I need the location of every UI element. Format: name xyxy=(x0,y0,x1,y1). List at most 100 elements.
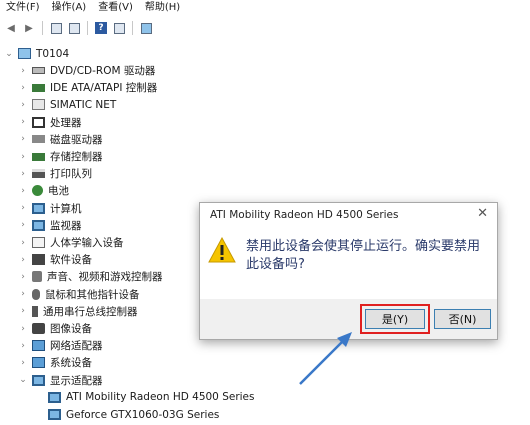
properties-icon[interactable] xyxy=(49,21,63,35)
tree-item-label: SIMATIC NET xyxy=(50,98,117,111)
toolbar-separator xyxy=(42,21,43,35)
mon-icon xyxy=(32,202,45,214)
dialog-title: ATI Mobility Radeon HD 4500 Series xyxy=(210,209,399,221)
forward-arrow-icon[interactable]: ▶ xyxy=(22,21,36,35)
disk-icon xyxy=(32,67,45,74)
display-adapter-icon xyxy=(48,391,61,403)
toolbar-separator xyxy=(87,21,88,35)
menu-view[interactable]: 查看(V) xyxy=(92,0,139,16)
mon-icon xyxy=(32,374,45,386)
tree-item-label: IDE ATA/ATAPI 控制器 xyxy=(50,82,158,95)
tree-item[interactable]: › 人体学输入设备 xyxy=(18,234,124,251)
tree-child-item[interactable]: Geforce GTX1060-03G Series xyxy=(44,406,219,423)
hid-icon xyxy=(32,237,45,248)
tree-root-label: T0104 xyxy=(36,47,70,60)
dialog-message: 禁用此设备会使其停止运行。确实要禁用此设备吗? xyxy=(246,239,481,272)
chevron-right-icon[interactable]: › xyxy=(18,341,28,351)
sys-icon xyxy=(32,340,45,352)
tree-item[interactable]: › 磁盘驱动器 xyxy=(18,131,102,148)
tree-item[interactable]: › 监视器 xyxy=(18,217,82,234)
tree-item-label: 监视器 xyxy=(50,219,82,232)
snd-icon xyxy=(32,271,42,283)
tree-item-label: 声音、视频和游戏控制器 xyxy=(47,271,163,284)
tree-item[interactable]: › SIMATIC NET xyxy=(18,96,116,113)
tree-item[interactable]: › 计算机 xyxy=(18,200,82,217)
chevron-right-icon[interactable]: › xyxy=(18,220,28,230)
tree-item[interactable]: › 打印队列 xyxy=(18,165,92,182)
tree-item-label: 显示适配器 xyxy=(50,374,103,387)
sys-icon xyxy=(32,357,45,369)
menu-action[interactable]: 操作(A) xyxy=(46,0,93,16)
chevron-right-icon[interactable]: › xyxy=(18,100,28,110)
yes-button[interactable]: 是(Y) xyxy=(365,309,425,329)
chevron-right-icon[interactable]: › xyxy=(18,358,28,368)
toolbar: ◀ ▶ ? xyxy=(0,17,530,39)
tree-item-label: 处理器 xyxy=(50,116,82,129)
menu-file[interactable]: 文件(F) xyxy=(0,0,46,16)
toolbar-separator xyxy=(132,21,133,35)
sw-icon xyxy=(32,254,45,266)
print-icon xyxy=(32,169,45,179)
chevron-right-icon[interactable]: › xyxy=(18,169,28,179)
warning-icon xyxy=(208,237,236,263)
tree-item[interactable]: › 通用串行总线控制器 xyxy=(18,303,138,320)
chip-icon xyxy=(32,152,45,161)
chip-icon xyxy=(32,83,45,92)
chevron-right-icon[interactable]: › xyxy=(18,117,28,127)
tree-child-label: ATI Mobility Radeon HD 4500 Series xyxy=(66,391,255,404)
chevron-right-icon[interactable]: › xyxy=(18,306,28,316)
menu-help[interactable]: 帮助(H) xyxy=(139,0,186,16)
tree-item[interactable]: › 软件设备 xyxy=(18,251,92,268)
tree-item-label: 网络适配器 xyxy=(50,340,103,353)
tree-item[interactable]: › 处理器 xyxy=(18,114,82,131)
close-icon[interactable]: ✕ xyxy=(477,206,488,221)
tree-item[interactable]: › 存储控制器 xyxy=(18,148,103,165)
tree-item[interactable]: › 电池 xyxy=(18,182,69,199)
chevron-down-icon[interactable]: ⌄ xyxy=(18,375,28,385)
tree-item[interactable]: › 鼠标和其他指针设备 xyxy=(18,286,140,303)
help-icon[interactable]: ? xyxy=(94,21,108,35)
no-button[interactable]: 否(N) xyxy=(434,309,491,329)
chevron-right-icon[interactable]: › xyxy=(18,289,28,299)
tree-item[interactable]: › 声音、视频和游戏控制器 xyxy=(18,268,163,285)
chevron-right-icon[interactable]: › xyxy=(18,255,28,265)
tree-item-label: 软件设备 xyxy=(50,254,92,267)
tree-item[interactable]: › 系统设备 xyxy=(18,354,92,371)
chevron-right-icon[interactable]: › xyxy=(18,186,28,196)
gray-icon xyxy=(32,135,45,144)
bat-icon xyxy=(32,185,43,197)
mon-icon xyxy=(32,219,45,231)
chevron-right-icon[interactable]: › xyxy=(18,66,28,76)
chevron-right-icon[interactable]: › xyxy=(18,203,28,213)
usb-icon xyxy=(32,305,38,317)
tree-item-label: 存储控制器 xyxy=(50,151,103,163)
tree-item-label: 系统设备 xyxy=(50,357,92,370)
chevron-right-icon[interactable]: › xyxy=(18,238,28,248)
tree-item-label: 鼠标和其他指针设备 xyxy=(45,288,140,301)
tree-child-item[interactable]: ATI Mobility Radeon HD 4500 Series xyxy=(44,389,255,406)
tree-child-label: Geforce GTX1060-03G Series xyxy=(66,408,220,421)
chevron-right-icon[interactable]: › xyxy=(18,83,28,93)
chevron-right-icon[interactable]: › xyxy=(18,134,28,144)
back-arrow-icon[interactable]: ◀ xyxy=(4,21,18,35)
chevron-down-icon[interactable]: ⌄ xyxy=(4,49,14,59)
tree-item-label: 电池 xyxy=(48,185,69,198)
scan-icon[interactable] xyxy=(67,21,81,35)
display-adapter-icon xyxy=(48,409,61,420)
tree-item[interactable]: ⌄ 显示适配器 xyxy=(18,372,103,389)
chevron-right-icon[interactable]: › xyxy=(18,152,28,162)
tree-item[interactable]: › 网络适配器 xyxy=(18,337,103,354)
monitor-icon[interactable] xyxy=(139,21,153,35)
computer-icon xyxy=(18,48,31,59)
tree-item-label: DVD/CD-ROM 驱动器 xyxy=(50,65,156,77)
chevron-right-icon[interactable]: › xyxy=(18,324,28,334)
tree-item[interactable]: › IDE ATA/ATAPI 控制器 xyxy=(18,79,157,96)
device-view-icon[interactable] xyxy=(112,21,126,35)
tree-item-label: 打印队列 xyxy=(50,168,92,181)
tree-item[interactable]: › DVD/CD-ROM 驱动器 xyxy=(18,62,155,79)
tree-item[interactable]: › 图像设备 xyxy=(18,320,92,337)
tree-root[interactable]: ⌄ T0104 xyxy=(4,45,69,62)
chevron-right-icon[interactable]: › xyxy=(18,272,28,282)
confirm-dialog: ATI Mobility Radeon HD 4500 Series ✕ 禁用此… xyxy=(199,202,498,340)
tree-item-label: 计算机 xyxy=(50,202,82,215)
